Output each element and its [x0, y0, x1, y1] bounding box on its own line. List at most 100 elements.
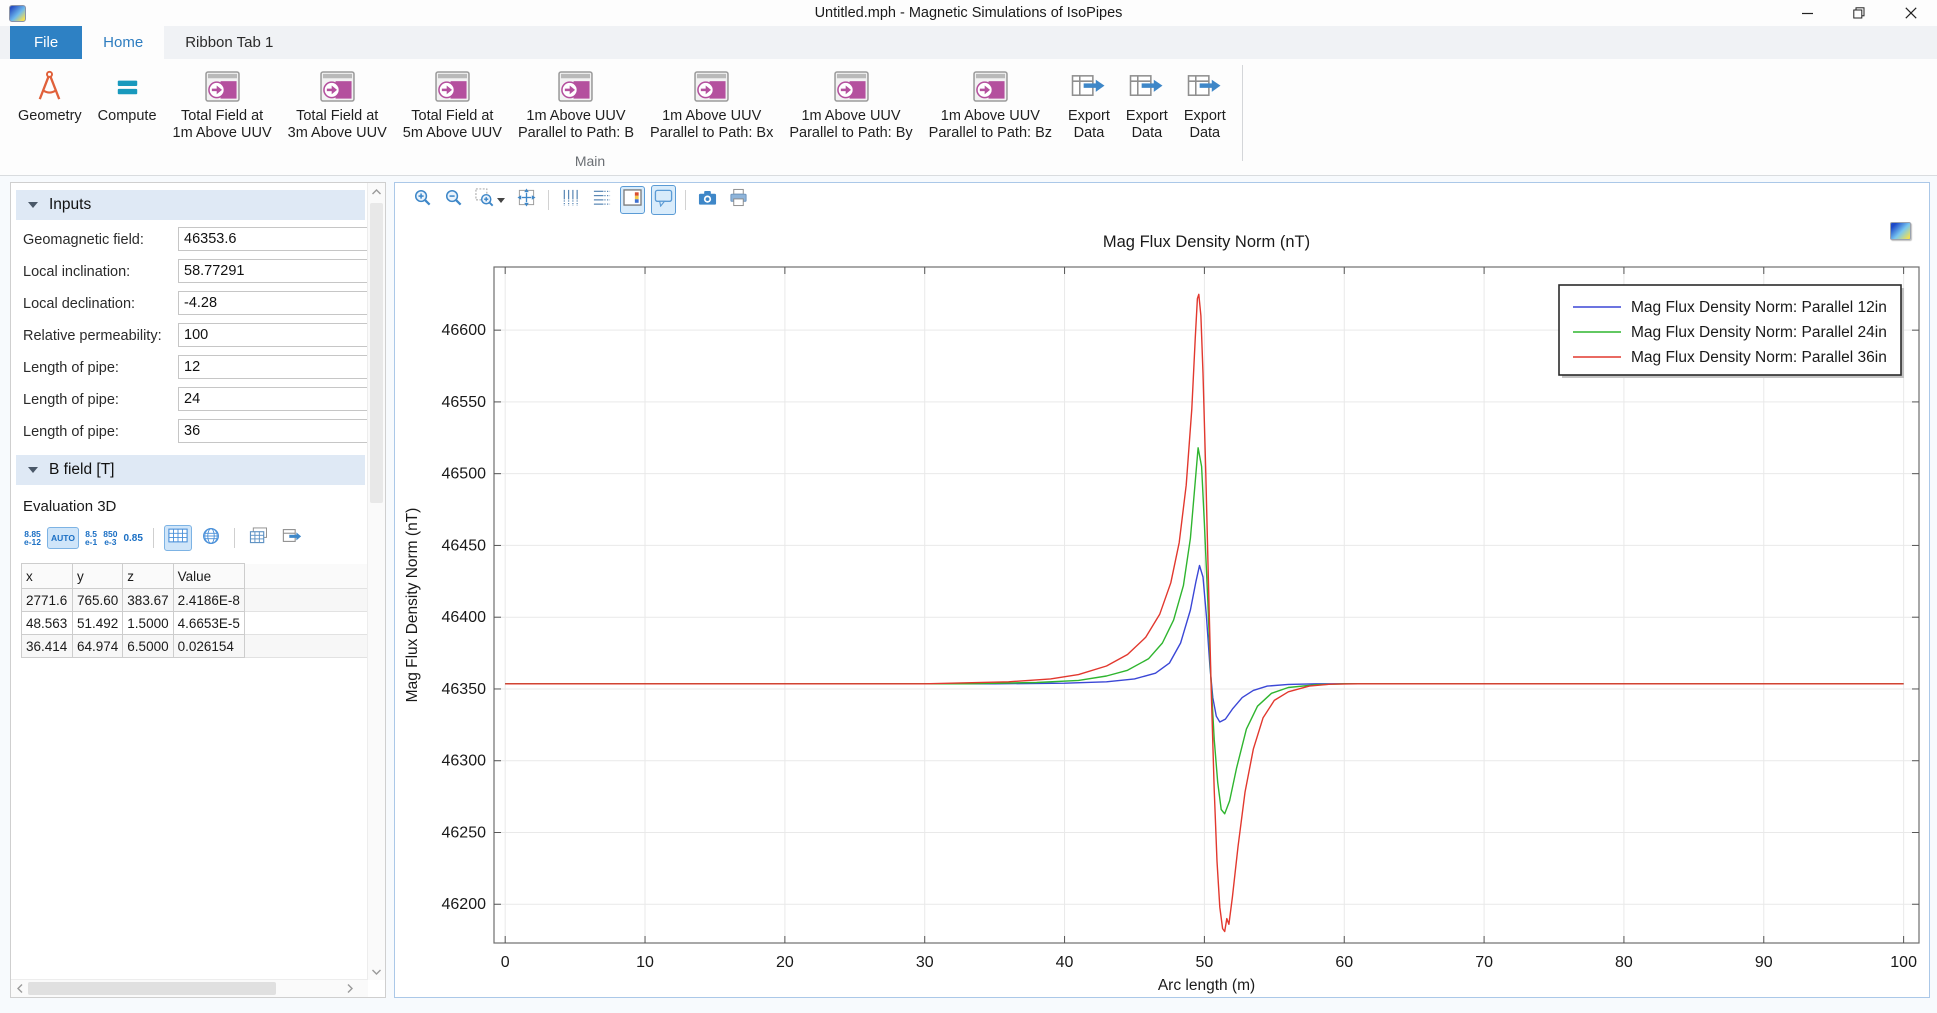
parallel-path-b-button[interactable]: 1m Above UUV Parallel to Path: B: [511, 65, 641, 144]
inputs-section-title: Inputs: [49, 196, 91, 214]
copy-table-button[interactable]: [245, 524, 272, 552]
camera-icon: [698, 188, 717, 212]
table-cell: 64.974: [73, 635, 123, 658]
table-header-cell[interactable]: Value: [173, 564, 244, 589]
full-precision-button[interactable]: [198, 524, 224, 553]
show-legends-button[interactable]: [620, 186, 645, 214]
export-data-2-button[interactable]: Export Data: [1119, 65, 1175, 144]
zoom-in-button[interactable]: [410, 185, 435, 215]
total-field-1m-button[interactable]: Total Field at 1m Above UUV: [166, 65, 279, 144]
field-row: Local declination:: [11, 288, 385, 320]
scroll-right-icon[interactable]: [341, 980, 358, 997]
plot-window-icon: [205, 67, 240, 105]
compute-button[interactable]: Compute: [91, 65, 164, 127]
table-row[interactable]: 2771.6765.60383.672.4186E-8: [22, 589, 385, 612]
toolbar-separator: [234, 528, 235, 548]
x-axis-label: Arc length (m): [1158, 977, 1255, 994]
field-row: Geomagnetic field:: [11, 224, 385, 256]
scroll-up-icon[interactable]: [368, 183, 385, 200]
plot-chart[interactable]: 0102030405060708090100462004625046300463…: [395, 217, 1929, 995]
relative-permeability-input[interactable]: [178, 323, 370, 347]
bfield-section-header[interactable]: B field [T]: [16, 455, 365, 485]
ribbon-button-label: 1m Above UUV Parallel to Path: Bz: [929, 108, 1052, 142]
parallel-path-bz-button[interactable]: 1m Above UUV Parallel to Path: Bz: [922, 65, 1059, 144]
table-header-cell[interactable]: z: [123, 564, 173, 589]
local-declination-input[interactable]: [178, 291, 370, 315]
local-inclination-input[interactable]: [178, 259, 370, 283]
parallel-path-by-button[interactable]: 1m Above UUV Parallel to Path: By: [782, 65, 919, 144]
plot-window-icon: [320, 67, 355, 105]
table-row[interactable]: 36.41464.9746.50000.026154: [22, 635, 385, 658]
y-axis-log-button[interactable]: [589, 185, 614, 215]
print-button[interactable]: [726, 185, 751, 215]
color-legend-icon: [623, 189, 642, 211]
table-header-cell[interactable]: x: [22, 564, 73, 589]
plot-window-corner-icon[interactable]: [1890, 222, 1911, 240]
image-snapshot-button[interactable]: [695, 185, 720, 215]
export-table-button[interactable]: [278, 524, 306, 552]
export-data-icon: [1129, 67, 1164, 105]
table-cell: 48.563: [22, 612, 73, 635]
zoom-out-button[interactable]: [441, 185, 466, 215]
total-field-5m-button[interactable]: Total Field at 5m Above UUV: [396, 65, 509, 144]
x-tick-label: 60: [1335, 954, 1353, 971]
table-row[interactable]: 48.56351.4921.50004.6653E-5: [22, 612, 385, 635]
pipe-length-24-input[interactable]: [178, 387, 370, 411]
legend-entry-label: Mag Flux Density Norm: Parallel 36in: [1631, 349, 1887, 366]
pipe-length-36-input[interactable]: [178, 419, 370, 443]
ribbon-button-label: 1m Above UUV Parallel to Path: Bx: [650, 108, 773, 142]
x-tick-label: 30: [916, 954, 934, 971]
field-label: Length of pipe:: [23, 360, 119, 376]
tab-home[interactable]: Home: [82, 26, 164, 59]
ribbon-button-label: Export Data: [1184, 108, 1226, 142]
restore-button[interactable]: [1833, 0, 1885, 26]
show-table-button[interactable]: [164, 525, 192, 551]
x-tick-label: 70: [1475, 954, 1493, 971]
inputs-section-header[interactable]: Inputs: [16, 190, 365, 220]
scroll-down-icon[interactable]: [368, 963, 385, 980]
field-row: Local inclination:: [11, 256, 385, 288]
pipe-length-12-input[interactable]: [178, 355, 370, 379]
settings-vertical-scrollbar[interactable]: [367, 183, 385, 980]
x-tick-label: 50: [1196, 954, 1214, 971]
field-label: Relative permeability:: [23, 328, 162, 344]
minimize-button[interactable]: [1781, 0, 1833, 26]
table-cell: 4.6653E-5: [173, 612, 244, 635]
tooltip-icon: [654, 188, 673, 212]
plot-window-icon: [694, 67, 729, 105]
x-axis-log-button[interactable]: [558, 185, 583, 215]
format-8.5e-1-button[interactable]: 8.5e-1: [85, 530, 97, 547]
geometry-button[interactable]: Geometry: [11, 65, 89, 127]
scroll-left-icon[interactable]: [11, 980, 28, 997]
vertical-scroll-thumb[interactable]: [370, 203, 383, 503]
toolbar-separator: [153, 528, 154, 548]
settings-horizontal-scrollbar[interactable]: [11, 979, 368, 997]
toolbar-separator: [685, 190, 686, 210]
parallel-path-bx-button[interactable]: 1m Above UUV Parallel to Path: Bx: [643, 65, 780, 144]
zoom-box-button[interactable]: [472, 185, 508, 215]
close-button[interactable]: [1885, 0, 1937, 26]
evaluation-toolbar: 8.85e-12 AUTO 8.5e-1 850e-3 0.85: [21, 525, 385, 551]
show-tooltips-button[interactable]: [651, 185, 676, 215]
y-tick-label: 46600: [442, 322, 487, 339]
zoom-extents-button[interactable]: [514, 185, 539, 215]
copy-table-icon: [249, 527, 268, 549]
table-header-cell[interactable]: y: [73, 564, 123, 589]
tab-ribbon-tab-1[interactable]: Ribbon Tab 1: [164, 26, 294, 59]
horizontal-scroll-thumb[interactable]: [28, 982, 276, 995]
total-field-3m-button[interactable]: Total Field at 3m Above UUV: [281, 65, 394, 144]
format-850e-3-button[interactable]: 850e-3: [103, 530, 117, 547]
table-cell: 0.026154: [173, 635, 244, 658]
zoom-extents-icon: [517, 188, 536, 212]
format-8.85e-12-button[interactable]: 8.85e-12: [24, 530, 41, 547]
graphics-toolbar: [395, 183, 1929, 217]
export-data-1-button[interactable]: Export Data: [1061, 65, 1117, 144]
plot-window-icon: [834, 67, 869, 105]
geomagnetic-field-input[interactable]: [178, 227, 370, 251]
format-auto-button[interactable]: AUTO: [47, 527, 79, 549]
tab-file[interactable]: File: [10, 26, 82, 59]
export-data-3-button[interactable]: Export Data: [1177, 65, 1233, 144]
chart-title: Mag Flux Density Norm (nT): [1103, 233, 1310, 251]
format-0.85-button[interactable]: 0.85: [123, 533, 142, 544]
x-tick-label: 80: [1615, 954, 1633, 971]
